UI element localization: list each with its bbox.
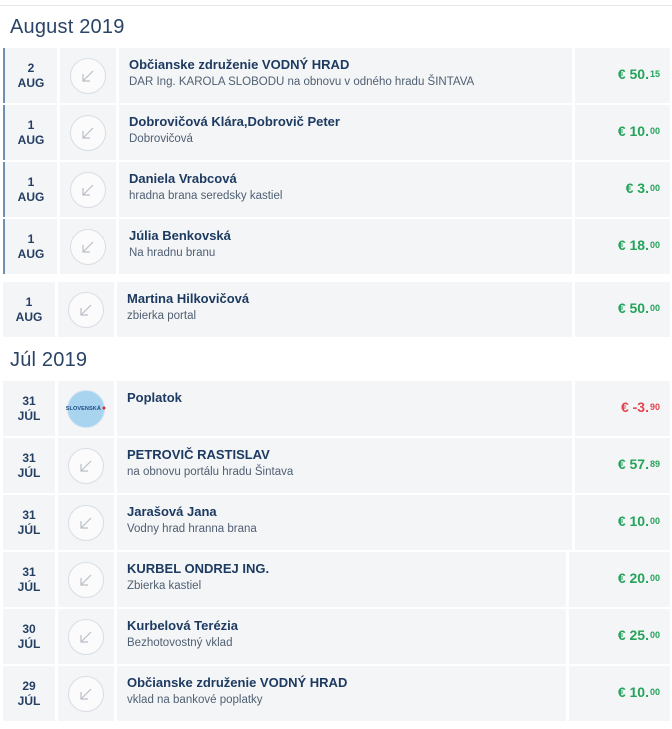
incoming-arrow-icon bbox=[70, 228, 106, 265]
amount: € 50. 00 bbox=[617, 299, 660, 316]
date-day: 1 bbox=[25, 294, 33, 309]
transaction-note: zbierka portal bbox=[127, 310, 197, 322]
counterparty-name: PETROVIČ RASTISLAV bbox=[127, 447, 270, 462]
counterparty-name: Dobrovičová Klára,Dobrovič Peter bbox=[129, 114, 340, 129]
date-cell: 1 AUG bbox=[5, 105, 60, 160]
date-day: 31 bbox=[22, 564, 36, 579]
transaction-note: DAR Ing. KAROLA SLOBODU na obnovu v odné… bbox=[129, 76, 475, 88]
date-month: JÚL bbox=[17, 465, 41, 480]
incoming-arrow-icon bbox=[70, 171, 106, 208]
date-day: 2 bbox=[27, 60, 35, 75]
incoming-arrow-icon bbox=[68, 291, 104, 328]
incoming-arrow-icon bbox=[70, 114, 106, 151]
transaction-row[interactable]: 31 JÚL KURBEL ONDREJ ING. Zbierka kastiel … bbox=[3, 552, 670, 607]
date-month: JÚL bbox=[17, 693, 41, 708]
date-day: 30 bbox=[22, 621, 36, 636]
amount: € 18. 00 bbox=[617, 236, 660, 253]
date-month: JÚL bbox=[17, 636, 41, 651]
transaction-list-july: 31 JÚL SLOVENSKÁ ● Poplatok € -3. 90 31 JÚL … bbox=[0, 381, 672, 721]
date-cell: 30 JÚL bbox=[3, 609, 58, 664]
amount: € 25. 00 bbox=[617, 626, 660, 643]
transaction-row[interactable]: 29 JÚL Občianske združenie VODNÝ HRAD vkla… bbox=[3, 666, 670, 721]
date-day: 1 bbox=[27, 174, 35, 189]
transaction-note: Vodny hrad hranna brana bbox=[127, 523, 257, 535]
bank-logo-icon: SLOVENSKÁ ● bbox=[66, 389, 106, 428]
transaction-row[interactable]: 30 JÚL Kurbelová Terézia Bezhotovostný vkl… bbox=[3, 609, 670, 664]
counterparty-name: Júlia Benkovská bbox=[129, 228, 231, 243]
date-month: AUG bbox=[17, 189, 45, 204]
date-cell: 31 JÚL bbox=[3, 381, 58, 436]
amount: € 3. 00 bbox=[625, 179, 660, 196]
transaction-row[interactable]: 31 JÚL PETROVIČ RASTISLAV na obnovu portál… bbox=[3, 438, 670, 493]
transaction-row[interactable]: 31 JÚL Jarašová Jana Vodny hrad hranna bra… bbox=[3, 495, 670, 550]
incoming-arrow-icon bbox=[68, 447, 104, 484]
incoming-arrow-icon bbox=[68, 675, 104, 712]
date-cell: 31 JÚL bbox=[3, 438, 58, 493]
date-cell: 1 AUG bbox=[5, 219, 60, 274]
counterparty-name: Občianske združenie VODNÝ HRAD bbox=[127, 675, 348, 690]
month-header-july: Júl 2019 bbox=[10, 348, 88, 371]
incoming-arrow-icon bbox=[70, 57, 106, 94]
amount: € 57. 89 bbox=[617, 455, 660, 472]
date-day: 1 bbox=[27, 231, 35, 246]
date-day: 1 bbox=[27, 117, 35, 132]
transaction-note: Dobrovičová bbox=[129, 133, 193, 145]
amount: € 50. 15 bbox=[617, 65, 660, 82]
counterparty-name: Občianske združenie VODNÝ HRAD bbox=[129, 57, 350, 72]
incoming-arrow-icon bbox=[68, 618, 104, 655]
transaction-note: Zbierka kastiel bbox=[127, 580, 202, 592]
date-month: AUG bbox=[17, 75, 45, 90]
transaction-note: Na hradnu branu bbox=[129, 247, 216, 259]
counterparty-name: Jarašová Jana bbox=[127, 504, 217, 519]
amount: € 20. 00 bbox=[617, 569, 660, 586]
transaction-row[interactable]: 1 AUG Júlia Benkovská Na hradnu branu € 18… bbox=[3, 219, 670, 274]
date-cell: 29 JÚL bbox=[3, 666, 58, 721]
date-day: 29 bbox=[22, 678, 36, 693]
transaction-list-august: 2 AUG Občianske združenie VODNÝ HRAD DAR I… bbox=[0, 48, 672, 337]
month-header-august: August 2019 bbox=[10, 15, 125, 38]
transaction-note: Bezhotovostný vklad bbox=[127, 637, 233, 649]
date-month: JÚL bbox=[17, 579, 41, 594]
transaction-note: hradna brana seredsky kastiel bbox=[129, 190, 283, 202]
date-cell: 1 AUG bbox=[5, 162, 60, 217]
transaction-note: na obnovu portálu hradu Šintava bbox=[127, 466, 294, 478]
transaction-row[interactable]: 31 JÚL SLOVENSKÁ ● Poplatok € -3. 90 bbox=[3, 381, 670, 436]
date-cell: 2 AUG bbox=[5, 48, 60, 103]
transaction-row[interactable]: 1 AUG Dobrovičová Klára,Dobrovič Peter Dob… bbox=[3, 105, 670, 160]
date-day: 31 bbox=[22, 450, 36, 465]
incoming-arrow-icon bbox=[68, 504, 104, 541]
counterparty-name: Kurbelová Terézia bbox=[127, 618, 239, 633]
transaction-row[interactable]: 1 AUG Daniela Vrabcová hradna brana sereds… bbox=[3, 162, 670, 217]
transaction-row[interactable]: 2 AUG Občianske združenie VODNÝ HRAD DAR I… bbox=[3, 48, 670, 103]
date-month: JÚL bbox=[17, 522, 41, 537]
counterparty-name: Poplatok bbox=[127, 390, 182, 405]
date-month: AUG bbox=[15, 309, 43, 324]
incoming-arrow-icon bbox=[68, 561, 104, 598]
amount: € 10. 00 bbox=[617, 683, 660, 700]
counterparty-name: KURBEL ONDREJ ING. bbox=[127, 561, 270, 576]
date-cell: 1 AUG bbox=[3, 282, 58, 337]
date-day: 31 bbox=[22, 393, 36, 408]
date-month: AUG bbox=[17, 246, 45, 261]
amount: € -3. 90 bbox=[620, 398, 660, 415]
date-month: JÚL bbox=[17, 408, 41, 423]
counterparty-name: Martina Hilkovičová bbox=[127, 291, 250, 306]
amount: € 10. 00 bbox=[617, 122, 660, 139]
amount: € 10. 00 bbox=[617, 512, 660, 529]
transaction-row[interactable]: 1 AUG Martina Hilkovičová zbierka portal €… bbox=[3, 282, 670, 337]
date-month: AUG bbox=[17, 132, 45, 147]
date-day: 31 bbox=[22, 507, 36, 522]
date-cell: 31 JÚL bbox=[3, 495, 58, 550]
counterparty-name: Daniela Vrabcová bbox=[129, 171, 237, 186]
transaction-note: vklad na bankové poplatky bbox=[127, 694, 263, 706]
date-cell: 31 JÚL bbox=[3, 552, 58, 607]
